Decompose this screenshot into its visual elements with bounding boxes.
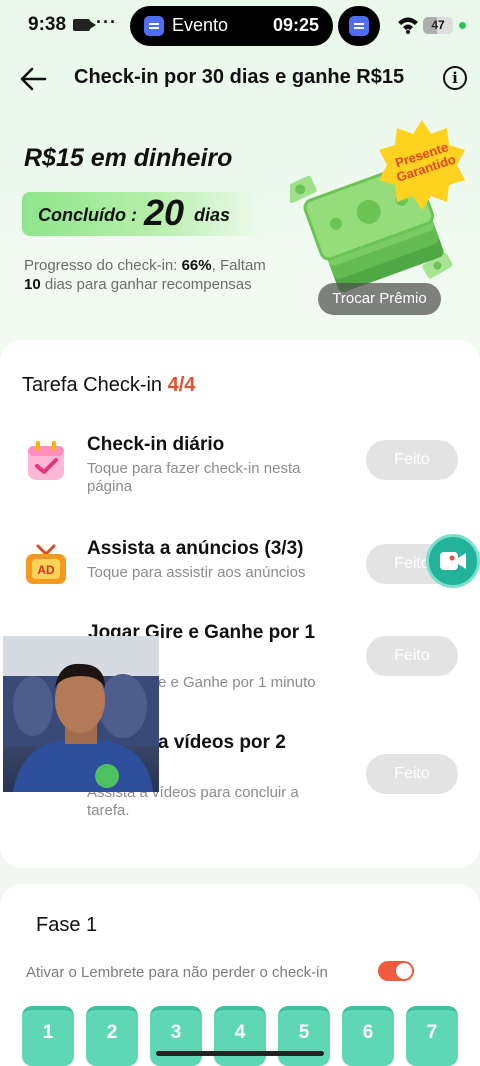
status-time: 9:38 bbox=[28, 14, 67, 35]
progress-text: Progresso do check-in: 66%, Faltam 10 di… bbox=[24, 256, 284, 294]
concluded-banner: Concluído : 20 dias bbox=[22, 192, 262, 236]
dynamic-island-secondary[interactable] bbox=[338, 6, 380, 46]
event-app-icon bbox=[144, 16, 164, 36]
floating-camera-button[interactable] bbox=[426, 534, 480, 588]
home-indicator[interactable] bbox=[156, 1051, 324, 1056]
wifi-icon bbox=[398, 17, 418, 34]
concluded-unit: dias bbox=[194, 205, 231, 225]
info-icon[interactable]: i bbox=[443, 66, 467, 90]
svg-text:AD: AD bbox=[37, 563, 55, 577]
day-tile[interactable]: 4 bbox=[214, 1006, 266, 1066]
task-card-title: Tarefa Check-in 4/4 bbox=[22, 374, 195, 397]
dynamic-island[interactable]: Evento 09:25 bbox=[130, 6, 333, 46]
island-label: Evento bbox=[172, 15, 229, 35]
progress-percent: 66% bbox=[181, 257, 212, 274]
task-name: Assista a anúncios (3/3) bbox=[87, 538, 304, 559]
reminder-toggle[interactable] bbox=[378, 961, 414, 981]
task-row: AD Assista a anúncios (3/3) Toque para a… bbox=[0, 538, 480, 628]
page-title: Check-in por 30 dias e ganhe R$15 bbox=[74, 66, 405, 88]
day-tile[interactable]: 2 bbox=[86, 1006, 138, 1066]
status-bar: 9:38 ··· Evento 09:25 47 bbox=[0, 0, 480, 52]
back-arrow-icon[interactable] bbox=[18, 64, 48, 94]
trocar-premio-button[interactable]: Trocar Prêmio bbox=[318, 283, 441, 315]
concluded-days: 20 bbox=[144, 192, 185, 233]
day-tile[interactable]: 7 bbox=[406, 1006, 458, 1066]
days-left: 10 bbox=[24, 276, 41, 293]
day-tile[interactable]: 5 bbox=[278, 1006, 330, 1066]
day-tile[interactable]: 6 bbox=[342, 1006, 394, 1066]
privacy-dot bbox=[459, 22, 466, 29]
camera-icon bbox=[440, 552, 466, 570]
done-button[interactable]: Feito bbox=[366, 636, 458, 676]
island-time: 09:25 bbox=[272, 15, 319, 35]
done-button[interactable]: Feito bbox=[366, 440, 458, 480]
phase-card: Fase 1 Ativar o Lembrete para não perder… bbox=[0, 884, 480, 1066]
task-desc: Toque para assistir aos anúncios bbox=[87, 564, 306, 581]
reminder-label: Ativar o Lembrete para não perder o chec… bbox=[26, 964, 328, 981]
video-overlay[interactable] bbox=[3, 636, 159, 792]
task-title: Tarefa Check-in bbox=[22, 374, 163, 396]
progress-prefix: Progresso do check-in: bbox=[24, 257, 182, 274]
task-name: a vídeos por 2 bbox=[158, 732, 286, 753]
concluded-prefix: Concluído : bbox=[38, 205, 137, 225]
person-video-frame bbox=[3, 636, 159, 792]
progress-suffix: dias para ganhar recompensas bbox=[40, 276, 252, 293]
calendar-check-icon bbox=[28, 441, 64, 480]
day-tile[interactable]: 1 bbox=[22, 1006, 74, 1066]
task-desc: e e Ganhe por 1 minuto bbox=[158, 674, 316, 691]
day-tile[interactable]: 3 bbox=[150, 1006, 202, 1066]
task-count: 4/4 bbox=[167, 374, 196, 396]
done-button[interactable]: Feito bbox=[366, 754, 458, 794]
event-app-icon bbox=[349, 16, 369, 36]
phase-title: Fase 1 bbox=[36, 914, 98, 936]
task-name: Check-in diário bbox=[87, 434, 225, 455]
video-camera-icon bbox=[73, 19, 96, 31]
reward-title: R$15 em dinheiro bbox=[24, 144, 233, 172]
task-desc: Toque para fazer check-in nesta página bbox=[87, 460, 301, 495]
ad-tv-icon: AD bbox=[26, 544, 66, 584]
more-notifications-icon: ··· bbox=[96, 12, 117, 32]
battery-indicator: 47 bbox=[423, 17, 453, 34]
task-row: Check-in diário Toque para fazer check-i… bbox=[0, 434, 480, 524]
progress-mid: , Faltam bbox=[211, 257, 266, 274]
